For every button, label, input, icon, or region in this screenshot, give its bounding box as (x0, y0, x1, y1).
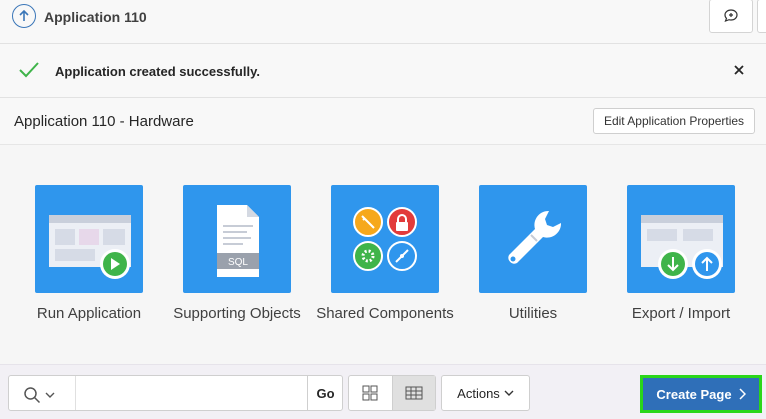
application-tiles: Run Application SQL Supporting Objects S… (0, 145, 766, 365)
tile-label: Shared Components (316, 305, 454, 322)
tile-shared-components[interactable]: Shared Components (311, 185, 459, 335)
region-header: Application 110 - Hardware Edit Applicat… (0, 98, 766, 145)
tile-supporting-objects[interactable]: SQL Supporting Objects (163, 185, 311, 335)
chevron-down-icon (45, 392, 55, 398)
more-button[interactable] (757, 0, 766, 33)
sql-label: SQL (228, 257, 248, 268)
shared-components-icon (331, 185, 439, 293)
alert-message: Application created successfully. (55, 64, 260, 79)
report-view-button[interactable] (391, 376, 435, 410)
tile-label: Run Application (36, 305, 142, 322)
search-bar: Go (8, 375, 343, 411)
feedback-button[interactable] (709, 0, 753, 33)
tile-export-import[interactable]: Export / Import (607, 185, 755, 335)
utilities-icon (479, 185, 587, 293)
create-page-label: Create Page (656, 386, 732, 402)
export-import-icon (627, 185, 735, 293)
tile-utilities[interactable]: Utilities (459, 185, 607, 335)
checkmark-icon (19, 62, 39, 78)
chevron-down-icon (504, 390, 514, 396)
create-page-button[interactable]: Create Page (640, 375, 762, 413)
icon-view-button[interactable] (349, 376, 392, 410)
go-button[interactable]: Go (307, 376, 343, 410)
table-icon (405, 386, 423, 400)
success-alert: Application created successfully. (0, 44, 766, 98)
view-toggle-group (348, 375, 436, 411)
tile-label: Supporting Objects (173, 305, 301, 322)
bottom-toolbar: Go Actions Create Page (0, 364, 766, 419)
tile-label: Utilities (508, 305, 558, 322)
edit-application-properties-button[interactable]: Edit Application Properties (593, 108, 755, 134)
run-application-icon (35, 185, 143, 293)
search-input[interactable] (75, 376, 307, 410)
supporting-objects-icon: SQL (183, 185, 291, 293)
top-bar: Application 110 (0, 0, 766, 44)
app-title: Application 110 (44, 9, 147, 25)
tile-label: Export / Import (631, 305, 731, 322)
chat-icon (724, 9, 738, 23)
close-icon[interactable] (733, 64, 745, 76)
chevron-right-icon (739, 388, 746, 400)
page-title: Application 110 - Hardware (14, 113, 194, 130)
navigate-up-icon[interactable] (12, 4, 36, 28)
search-column-selector[interactable] (23, 386, 55, 404)
grid-icon (362, 385, 378, 401)
search-icon (24, 387, 41, 404)
actions-label: Actions (457, 385, 500, 401)
tile-run-application[interactable]: Run Application (15, 185, 163, 335)
actions-menu-button[interactable]: Actions (441, 375, 530, 411)
